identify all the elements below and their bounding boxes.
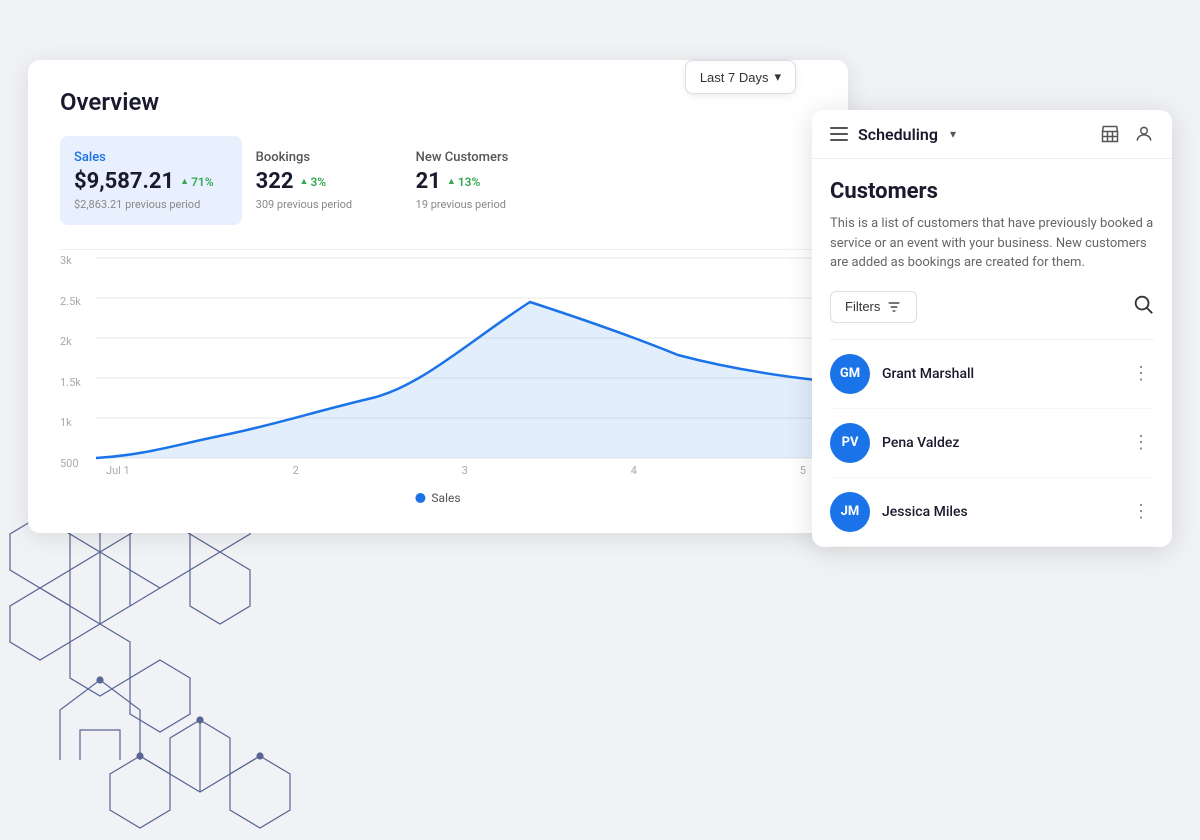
search-button[interactable] bbox=[1132, 293, 1154, 321]
x-label-3: 3 bbox=[462, 464, 468, 477]
filter-row: Filters bbox=[830, 291, 1154, 323]
filters-label: Filters bbox=[845, 299, 880, 314]
chart-svg bbox=[96, 250, 816, 490]
last7days-button[interactable]: Last 7 Days ▾ bbox=[685, 60, 796, 94]
last7days-label: Last 7 Days bbox=[700, 70, 769, 85]
stat-newcustomers-prev: 19 previous period bbox=[416, 198, 534, 211]
y-label-1k: 1k bbox=[60, 416, 96, 429]
search-icon bbox=[1132, 293, 1154, 315]
avatar-initials-0: GM bbox=[840, 366, 860, 381]
chart-x-labels: Jul 1 2 3 4 5 bbox=[96, 464, 816, 477]
x-label-jul1: Jul 1 bbox=[106, 464, 130, 477]
stat-newcustomers-label: New Customers bbox=[416, 150, 534, 165]
stat-bookings[interactable]: Bookings 322 3% 309 previous period bbox=[242, 136, 402, 225]
more-menu-1[interactable]: ⋮ bbox=[1128, 428, 1154, 457]
avatar-gm: GM bbox=[830, 354, 870, 394]
x-label-2: 2 bbox=[293, 464, 299, 477]
avatar-initials-2: JM bbox=[841, 504, 860, 519]
customer-item-0[interactable]: GM Grant Marshall ⋮ bbox=[830, 340, 1154, 409]
customers-header-bar: Scheduling ▾ bbox=[812, 110, 1172, 159]
header-right bbox=[1100, 124, 1154, 144]
stat-sales[interactable]: Sales $9,587.21 71% $2,863.21 previous p… bbox=[60, 136, 242, 225]
stat-newcustomers[interactable]: New Customers 21 13% 19 previous period bbox=[402, 136, 562, 225]
hamburger-line-1 bbox=[830, 127, 848, 129]
store-button[interactable] bbox=[1100, 124, 1120, 144]
scheduling-chevron-icon: ▾ bbox=[950, 127, 956, 141]
chart-area: 3k 2.5k 2k 1.5k 1k 500 bbox=[60, 249, 816, 509]
overview-card: Overview Sales $9,587.21 71% $2,863.21 p… bbox=[28, 60, 848, 533]
hamburger-line-2 bbox=[830, 133, 848, 135]
hamburger-menu-icon[interactable] bbox=[830, 127, 848, 141]
customer-name-2: Jessica Miles bbox=[882, 504, 1116, 520]
stats-row: Sales $9,587.21 71% $2,863.21 previous p… bbox=[60, 136, 816, 225]
profile-button[interactable] bbox=[1134, 124, 1154, 144]
chart-svg-container bbox=[96, 250, 816, 490]
y-label-1.5k: 1.5k bbox=[60, 376, 96, 389]
y-label-500: 500 bbox=[60, 457, 96, 470]
legend-label: Sales bbox=[431, 491, 460, 505]
stat-newcustomers-badge: 13% bbox=[447, 175, 481, 189]
y-label-3k: 3k bbox=[60, 254, 96, 267]
avatar-jm: JM bbox=[830, 492, 870, 532]
more-menu-2[interactable]: ⋮ bbox=[1128, 497, 1154, 526]
stat-bookings-prev: 309 previous period bbox=[256, 198, 374, 211]
chart-y-labels: 3k 2.5k 2k 1.5k 1k 500 bbox=[60, 250, 96, 470]
customer-item-2[interactable]: JM Jessica Miles ⋮ bbox=[830, 478, 1154, 547]
store-icon bbox=[1100, 124, 1120, 144]
y-label-2.5k: 2.5k bbox=[60, 295, 96, 308]
hamburger-line-3 bbox=[830, 139, 848, 141]
avatar-pv: PV bbox=[830, 423, 870, 463]
customer-list: GM Grant Marshall ⋮ PV Pena Valdez ⋮ JM … bbox=[830, 339, 1154, 547]
filter-icon bbox=[886, 299, 902, 315]
customers-description: This is a list of customers that have pr… bbox=[830, 214, 1154, 273]
stat-bookings-badge: 3% bbox=[300, 175, 327, 189]
header-left: Scheduling ▾ bbox=[830, 125, 956, 144]
stat-newcustomers-value: 21 bbox=[416, 169, 441, 194]
customer-item-1[interactable]: PV Pena Valdez ⋮ bbox=[830, 409, 1154, 478]
x-label-4: 4 bbox=[631, 464, 637, 477]
avatar-initials-1: PV bbox=[842, 435, 859, 450]
customer-name-1: Pena Valdez bbox=[882, 435, 1116, 451]
chart-legend: Sales bbox=[415, 491, 460, 505]
stat-bookings-label: Bookings bbox=[256, 150, 374, 165]
customers-card: Scheduling ▾ Customers bbox=[812, 110, 1172, 547]
last7days-chevron: ▾ bbox=[774, 69, 781, 85]
legend-dot bbox=[415, 493, 425, 503]
stat-bookings-value: 322 bbox=[256, 169, 294, 194]
filters-button[interactable]: Filters bbox=[830, 291, 917, 323]
x-label-5: 5 bbox=[800, 464, 806, 477]
stat-sales-label: Sales bbox=[74, 150, 214, 165]
customers-title: Customers bbox=[830, 179, 1154, 204]
y-label-2k: 2k bbox=[60, 335, 96, 348]
profile-icon bbox=[1134, 124, 1154, 144]
customers-body: Customers This is a list of customers th… bbox=[812, 159, 1172, 547]
customer-name-0: Grant Marshall bbox=[882, 366, 1116, 382]
stat-sales-prev: $2,863.21 previous period bbox=[74, 198, 214, 211]
stat-sales-value: $9,587.21 bbox=[74, 169, 174, 194]
more-menu-0[interactable]: ⋮ bbox=[1128, 359, 1154, 388]
stat-sales-badge: 71% bbox=[180, 175, 214, 189]
scheduling-label: Scheduling bbox=[858, 125, 938, 144]
